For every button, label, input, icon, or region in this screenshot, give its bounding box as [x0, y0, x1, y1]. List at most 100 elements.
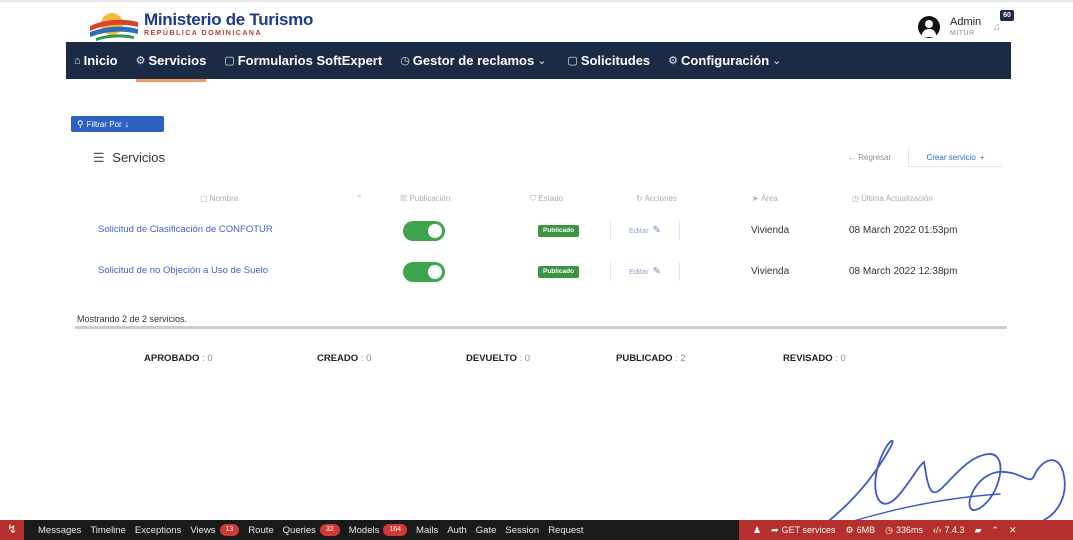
filter-label: Filtrar Por [86, 119, 122, 129]
stat-value: : 0 [202, 353, 213, 364]
edit-button[interactable]: Editar ✎ [610, 262, 680, 281]
list-icon: ☰ [93, 150, 105, 165]
debug-tab-views[interactable]: Views 13 [190, 524, 240, 536]
debug-tab-session[interactable]: Session [505, 525, 539, 536]
nav-item-servicios[interactable]: ⚙ Servicios [135, 42, 206, 82]
close-icon[interactable]: ✕ [1009, 525, 1017, 536]
stat-label: REVISADO [783, 353, 833, 364]
column-label: Área [760, 194, 778, 203]
debug-tab-label: Gate [475, 524, 497, 536]
nav-item-formularios[interactable]: ▢ Formularios SoftExpert [224, 42, 382, 79]
column-label: Publicación [409, 194, 451, 203]
code-icon: ‹/› [932, 525, 942, 535]
nav-item-configuracion[interactable]: ⚙ Configuración ⌄ [668, 42, 784, 79]
column-header-nombre[interactable]: ▢ Nombre [200, 194, 238, 203]
area-cell: Vivienda [751, 266, 790, 277]
column-header-publicacion[interactable]: ☒ Publicación [400, 194, 450, 203]
debug-bar-status: ♟ ➦ GET services ⚙ 6MB ◷ 336ms ‹/› 7.4.3 ▰ ⌃… [739, 520, 1073, 540]
debugbar-logo-icon[interactable] [0, 520, 24, 540]
debug-time[interactable]: ◷ 336ms [885, 525, 923, 536]
stat-value: : 0 [835, 353, 846, 364]
chevron-down-icon: ⌄ [537, 55, 547, 67]
filter-button[interactable]: ⚲ Filtrar Por ↓ [71, 116, 164, 132]
arrow-down-icon: ↓ [124, 119, 130, 129]
nav-item-gestor-reclamos[interactable]: ◷ Gestor de reclamos ⌄ [400, 42, 549, 79]
debug-request-label: GET services [781, 525, 836, 535]
chevron-up-icon[interactable]: ⌃ [991, 525, 999, 536]
status-badge: Publicado [538, 266, 580, 278]
debug-memory[interactable]: ⚙ 6MB [845, 525, 875, 536]
divider [75, 326, 1007, 329]
publish-toggle[interactable] [403, 221, 445, 241]
page-title: ☰ Servicios [93, 150, 165, 166]
debug-tab-gate[interactable]: Gate [476, 525, 497, 536]
user-name[interactable]: Admin [950, 16, 981, 28]
nav-label: Gestor de reclamos [412, 53, 535, 68]
column-header-acciones[interactable]: ↻ Acciones [636, 194, 677, 203]
bell-icon[interactable]: ♫ [993, 22, 1005, 34]
user-avatar-icon[interactable] [918, 16, 940, 38]
stat-publicado: PUBLICADO : 2 [616, 353, 686, 364]
debug-tab-label: Session [505, 524, 540, 536]
create-service-button[interactable]: Crear servicio + [908, 148, 1002, 167]
sort-icon[interactable]: ⌃ [356, 194, 363, 203]
brand[interactable]: Ministerio de Turismo REPÚBLICA DOMINICA… [144, 10, 313, 37]
debug-tab-models[interactable]: Models 164 [349, 524, 408, 536]
edit-label: Editar [629, 226, 649, 235]
nav-item-inicio[interactable]: ⌂ Inicio [74, 42, 118, 79]
edit-button[interactable]: Editar ✎ [610, 221, 680, 240]
page-title-text: Servicios [112, 150, 166, 165]
updated-cell: 08 March 2022 01:53pm [849, 225, 958, 236]
nav-label: Inicio [83, 53, 118, 68]
nav-label: Formularios SoftExpert [237, 53, 383, 68]
stat-label: APROBADO [144, 353, 200, 364]
notification-count-badge: 60 [1000, 10, 1014, 21]
stat-label: CREADO [317, 353, 359, 364]
pencil-icon: ✎ [652, 225, 661, 236]
publish-toggle[interactable] [403, 262, 445, 282]
handwritten-signature [824, 439, 1066, 525]
service-name-link[interactable]: Solicitud de Clasificación de CONFOTUR [98, 224, 273, 235]
nav-label: Solicitudes [580, 53, 651, 68]
debug-version-label: 7.4.3 [944, 525, 965, 535]
debug-tab-label: Request [548, 524, 584, 536]
checkbox-icon: ☒ [400, 194, 410, 203]
column-header-actualizacion[interactable]: ◷ Última Actualización [852, 194, 933, 203]
back-label: Regresar [858, 153, 892, 162]
debug-tab-mails[interactable]: Mails [416, 525, 438, 536]
column-label: Última Actualización [861, 194, 933, 203]
debug-tab-label: Exceptions [134, 524, 182, 536]
column-label: Nombre [209, 194, 239, 203]
folder-icon[interactable]: ▰ [974, 525, 981, 536]
debug-tab-label: Messages [38, 524, 82, 536]
debug-tab-queries[interactable]: Queries 32 [283, 524, 340, 536]
debug-request[interactable]: ➦ GET services [771, 525, 835, 536]
clipboard-icon: ▢ [567, 55, 578, 67]
service-name-link[interactable]: Solicitud de no Objeción a Uso de Suelo [98, 265, 268, 276]
page: Ministerio de Turismo REPÚBLICA DOMINICA… [0, 0, 1073, 540]
stat-aprobado: APROBADO : 0 [144, 353, 213, 364]
debug-tab-label: Route [248, 524, 274, 536]
stat-value: : 0 [360, 353, 372, 364]
debug-tab-route[interactable]: Route [248, 525, 273, 536]
debug-tab-timeline[interactable]: Timeline [90, 525, 126, 536]
debug-tab-label: Mails [416, 524, 439, 536]
debug-tab-request[interactable]: Request [548, 525, 583, 536]
column-label: Estado [538, 194, 564, 203]
debug-tab-label: Views [190, 524, 216, 536]
back-link[interactable]: ← Regresar [848, 153, 891, 162]
debug-tab-exceptions[interactable]: Exceptions [135, 525, 181, 536]
status-badge: Publicado [538, 225, 580, 237]
debug-tab-auth[interactable]: Auth [447, 525, 467, 536]
user-icon[interactable]: ♟ [753, 525, 761, 536]
debug-version[interactable]: ‹/› 7.4.3 [933, 525, 965, 535]
debug-memory-label: 6MB [856, 525, 876, 535]
stat-label: DEVUELTO [466, 353, 517, 364]
nav-item-solicitudes[interactable]: ▢ Solicitudes [567, 42, 650, 79]
column-header-area[interactable]: ➤ Área [752, 194, 778, 203]
stat-devuelto: DEVUELTO : 0 [466, 353, 530, 364]
debug-tab-messages[interactable]: Messages [38, 525, 81, 536]
stat-creado: CREADO : 0 [317, 353, 371, 364]
search-icon: ⚲ [77, 118, 84, 129]
column-header-estado[interactable]: ⛉ Estado [530, 194, 563, 204]
